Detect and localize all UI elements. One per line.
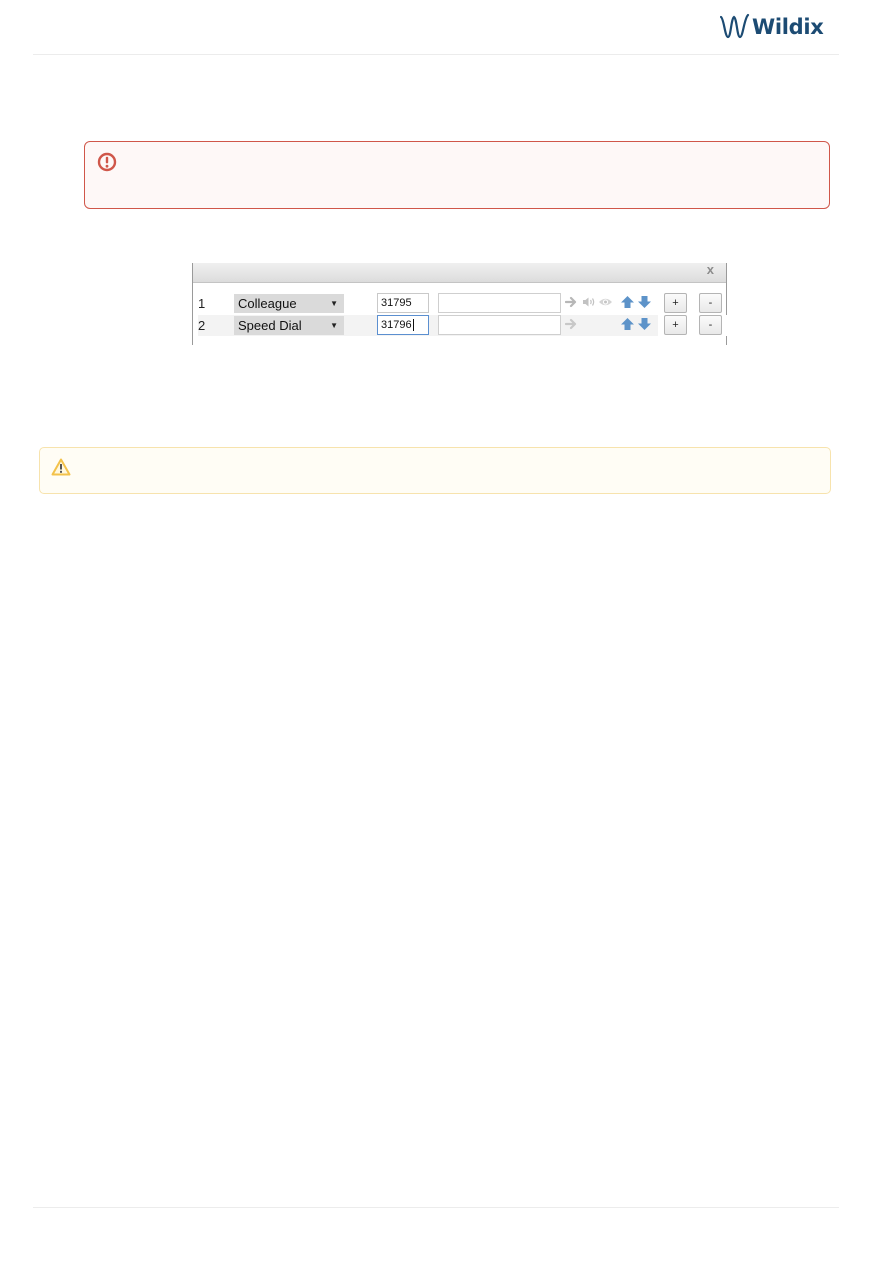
wildix-logo: Wildix bbox=[720, 11, 824, 43]
key-type-value: Colleague bbox=[238, 296, 297, 311]
row-index: 1 bbox=[198, 296, 206, 311]
text-cursor bbox=[412, 319, 414, 332]
arrow-right-icon[interactable] bbox=[564, 295, 578, 314]
arrow-right-icon[interactable] bbox=[564, 317, 578, 336]
close-icon[interactable]: x bbox=[707, 262, 714, 277]
wildix-wave-icon bbox=[720, 13, 750, 39]
arrow-down-icon[interactable] bbox=[637, 295, 652, 314]
arrow-down-icon[interactable] bbox=[637, 317, 652, 336]
remove-key-button[interactable]: - bbox=[699, 293, 722, 313]
logo-text: Wildix bbox=[752, 15, 824, 39]
key-type-select[interactable]: Colleague ▼ bbox=[234, 294, 344, 313]
add-key-button[interactable]: + bbox=[664, 293, 687, 313]
add-key-button[interactable]: + bbox=[664, 315, 687, 335]
key-row: 1 Colleague ▼ 31795 + - bbox=[198, 293, 723, 314]
arrow-up-icon[interactable] bbox=[620, 317, 635, 336]
name-input[interactable] bbox=[438, 315, 561, 335]
number-input[interactable]: 31796 bbox=[377, 315, 429, 335]
row-index: 2 bbox=[198, 318, 206, 333]
error-alert bbox=[84, 141, 830, 209]
key-row: 2 Speed Dial ▼ 31796 + - bbox=[198, 315, 728, 336]
footer-divider bbox=[33, 1207, 839, 1208]
header-divider bbox=[33, 54, 839, 55]
number-value: 31796 bbox=[381, 319, 412, 331]
name-input[interactable] bbox=[438, 293, 561, 313]
eye-icon[interactable] bbox=[598, 295, 613, 314]
dropdown-caret-icon: ▼ bbox=[330, 321, 338, 330]
arrow-up-icon[interactable] bbox=[620, 295, 635, 314]
warning-triangle-icon bbox=[51, 458, 71, 481]
exclamation-circle-icon bbox=[97, 152, 117, 177]
speaker-icon[interactable] bbox=[582, 295, 596, 314]
key-type-value: Speed Dial bbox=[238, 318, 302, 333]
dropdown-caret-icon: ▼ bbox=[330, 299, 338, 308]
remove-key-button[interactable]: - bbox=[699, 315, 722, 335]
function-keys-panel: x 1 Colleague ▼ 31795 + - 2 Speed Dial ▼… bbox=[192, 262, 728, 345]
key-type-select[interactable]: Speed Dial ▼ bbox=[234, 316, 344, 335]
number-input[interactable]: 31795 bbox=[377, 293, 429, 313]
warning-alert bbox=[39, 447, 831, 494]
panel-titlebar: x bbox=[193, 262, 726, 283]
